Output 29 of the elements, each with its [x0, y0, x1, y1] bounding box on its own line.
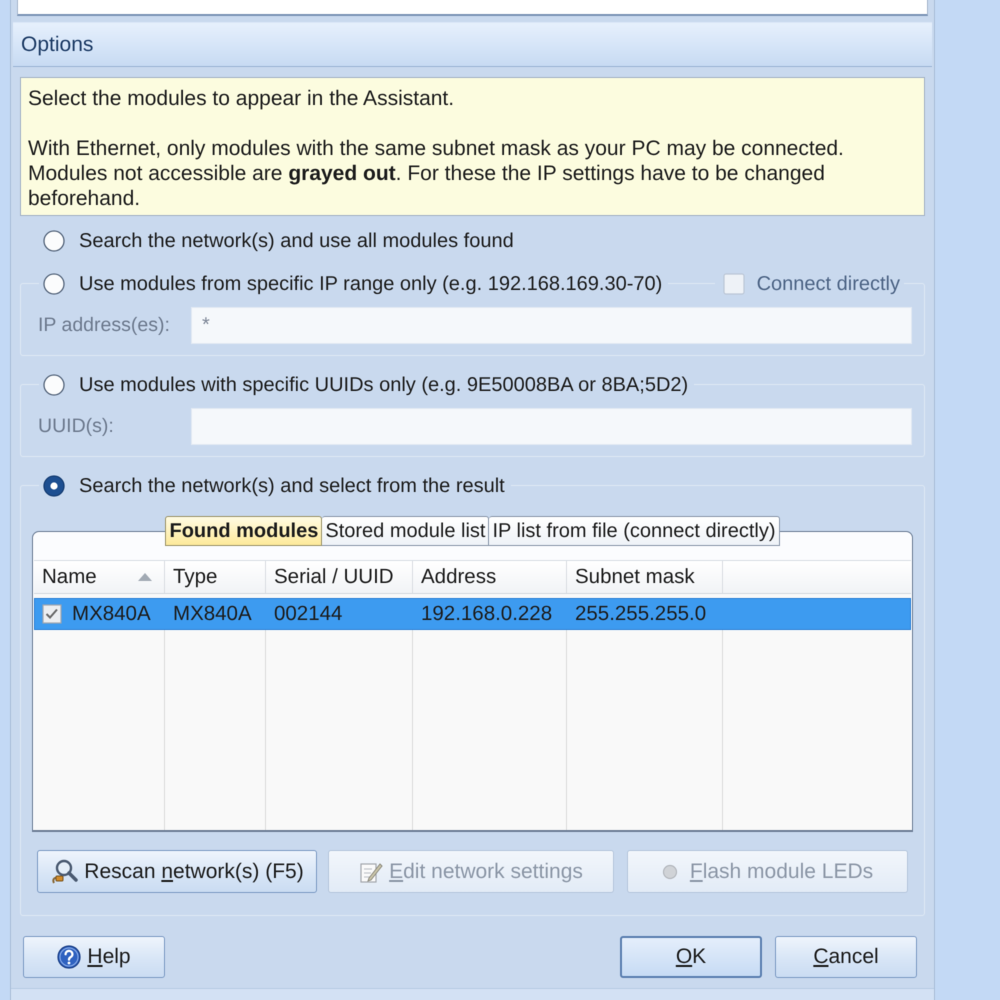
info-text: Select the modules to appear in the Assistant.: [28, 86, 456, 111]
info-text: With Ethernet, only modules with the same subnet mask as your PC may be connected.: [28, 136, 845, 161]
tab[interactable]: Found modules: [165, 516, 322, 546]
column-header[interactable]: Serial / UUID: [266, 561, 413, 593]
field-label: IP address(es):: [38, 314, 171, 337]
table-cell-text: MX840A: [172, 601, 253, 627]
rescan-network-button[interactable]: Rescan network(s) (F5): [37, 850, 317, 893]
magnifier-icon: [50, 858, 78, 886]
input-field[interactable]: [191, 408, 912, 445]
tab[interactable]: Stored module list: [322, 516, 490, 546]
help-icon: [57, 945, 82, 969]
column-header[interactable]: Name: [34, 561, 165, 593]
table-cell-text: 192.168.0.228: [420, 601, 554, 627]
dot-icon: [662, 864, 678, 880]
ok-button[interactable]: OK: [620, 936, 762, 978]
tab[interactable]: IP list from file (connect directly): [489, 516, 780, 546]
checkbox-icon[interactable]: [42, 604, 62, 624]
column-header[interactable]: Subnet mask: [567, 561, 723, 593]
column-header[interactable]: Type: [165, 561, 266, 593]
cancel-button[interactable]: Cancel: [775, 936, 917, 978]
column-header[interactable]: Address: [413, 561, 567, 593]
table-cell-text: 002144: [273, 601, 344, 627]
table-cell-text: 255.255.255.0: [574, 601, 708, 627]
help-button[interactable]: Help: [23, 936, 165, 978]
options-header: Options: [13, 22, 932, 67]
info-text: Modules not accessible are grayed out. For these the IP settings have to be changed beforehand.: [28, 161, 826, 211]
table-cell: MX840A: [72, 602, 151, 626]
field-label: UUID(s):: [38, 415, 115, 438]
table-row[interactable]: MX840A MX840A 002144 192.168.0.228 255.255.255.0: [34, 598, 911, 630]
